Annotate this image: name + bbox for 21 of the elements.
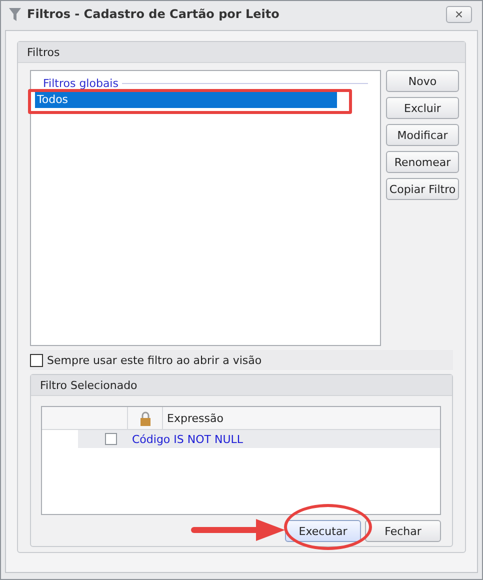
group-header: Filtros globais <box>43 76 118 90</box>
panel-title: Filtro Selecionado <box>40 378 138 392</box>
lock-checkbox[interactable] <box>104 433 116 445</box>
filter-list[interactable]: Filtros globais Todos <box>30 70 381 346</box>
funnel-icon <box>9 8 21 20</box>
action-button[interactable]: Renomear <box>386 151 459 173</box>
dialog-button[interactable]: Executar <box>285 520 361 542</box>
expression-cell-text: Código IS NOT NULL <box>131 432 244 448</box>
action-button[interactable]: Modificar <box>386 124 459 146</box>
action-button[interactable]: Excluir <box>386 97 459 119</box>
checkbox[interactable] <box>30 354 43 366</box>
column-header[interactable]: Expressão <box>163 407 224 429</box>
window-title: Filtros - Cadastro de Cartão por Leito <box>27 7 280 21</box>
panel-title: Filtros <box>27 46 60 58</box>
lock-icon <box>140 410 150 426</box>
dialog-button[interactable]: Fechar <box>365 520 441 542</box>
action-button[interactable]: Copiar Filtro <box>386 178 459 200</box>
checkbox-label: Sempre usar este filtro ao abrir a visão <box>47 354 262 366</box>
action-button[interactable]: Novo <box>386 70 459 92</box>
filter-item[interactable]: Todos <box>35 92 337 108</box>
close-button[interactable]: × <box>446 6 472 22</box>
